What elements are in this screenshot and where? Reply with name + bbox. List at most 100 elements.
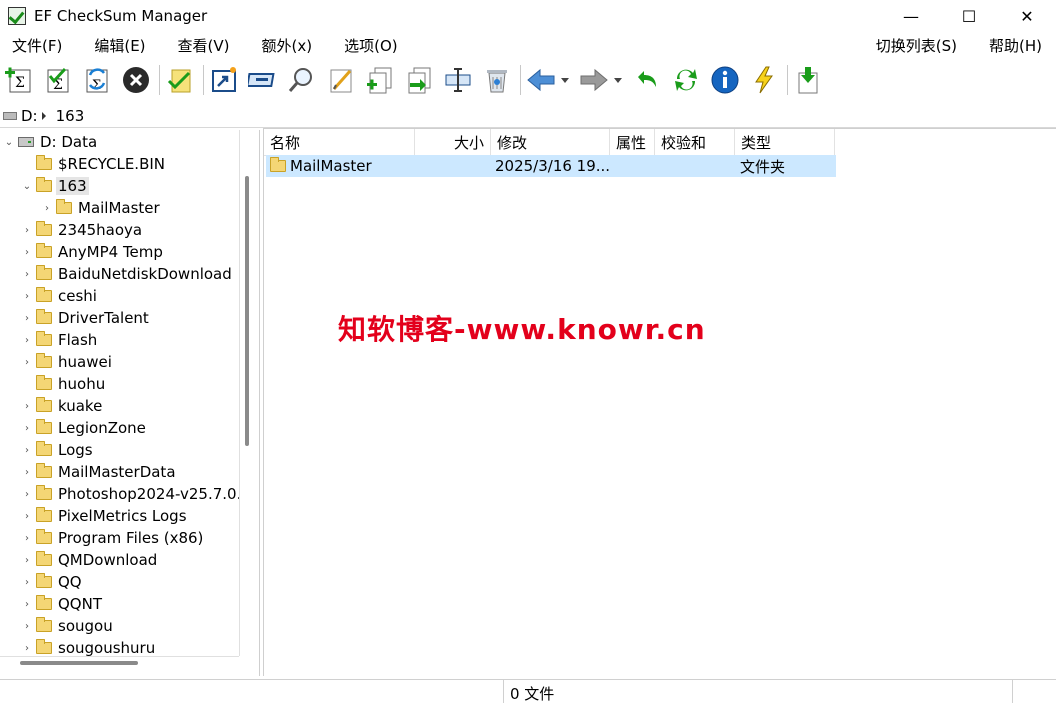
tree-item[interactable]: › DriverTalent	[22, 307, 151, 329]
find-icon[interactable]	[285, 63, 319, 97]
tree-item[interactable]: › ceshi	[22, 285, 99, 307]
chevron-right-icon[interactable]: ›	[22, 423, 32, 434]
chevron-right-icon[interactable]: ›	[22, 577, 32, 588]
table-row[interactable]: MailMaster 2025/3/16 19... 文件夹	[266, 155, 836, 177]
tree-item[interactable]: › BaiduNetdiskDownload	[22, 263, 234, 285]
refresh-icon[interactable]	[669, 63, 703, 97]
chevron-down-icon[interactable]: ⌄	[22, 181, 32, 192]
tree-item[interactable]: › Logs	[22, 439, 95, 461]
chevron-right-icon[interactable]: ›	[22, 467, 32, 478]
chevron-right-icon[interactable]: ›	[22, 643, 32, 654]
address-segment-folder[interactable]: 163	[56, 107, 85, 125]
download-icon[interactable]	[791, 63, 825, 97]
move-icon[interactable]	[402, 63, 436, 97]
column-type[interactable]: 类型	[735, 129, 835, 156]
menu-file[interactable]: 文件(F)	[6, 35, 68, 56]
chevron-right-icon[interactable]: ›	[22, 511, 32, 522]
chevron-right-icon[interactable]: ›	[22, 225, 32, 236]
tree-item[interactable]: › Photoshop2024-v25.7.0.	[22, 483, 243, 505]
tree-horizontal-scrollbar[interactable]	[20, 661, 138, 665]
tree-item[interactable]: › PixelMetrics Logs	[22, 505, 189, 527]
tree-item[interactable]: › QQ	[22, 571, 84, 593]
menu-extra[interactable]: 额外(x)	[256, 35, 319, 56]
tree-item[interactable]: › AnyMP4 Temp	[22, 241, 165, 263]
menu-toggle-list[interactable]: 切换列表(S)	[870, 35, 963, 56]
tree-item-label: D: Data	[40, 133, 98, 151]
chevron-right-icon[interactable]: ›	[22, 621, 32, 632]
forward-icon[interactable]	[577, 63, 611, 97]
stop-icon[interactable]	[119, 63, 153, 97]
chevron-right-icon[interactable]: ›	[22, 401, 32, 412]
tree-item[interactable]: › sougou	[22, 615, 115, 637]
chevron-right-icon[interactable]: ›	[22, 599, 32, 610]
menu-options[interactable]: 选项(O)	[338, 35, 404, 56]
open-shortcut-icon[interactable]	[207, 63, 241, 97]
chevron-right-icon[interactable]: ›	[22, 269, 32, 280]
chevron-right-icon[interactable]: ›	[22, 335, 32, 346]
chevron-right-icon[interactable]: ›	[22, 313, 32, 324]
folder-icon	[36, 243, 52, 258]
info-icon[interactable]	[708, 63, 742, 97]
tree-vertical-scrollbar[interactable]	[245, 176, 249, 446]
window-title: EF CheckSum Manager	[34, 7, 208, 25]
refresh-checksum-icon[interactable]: Σ	[80, 63, 114, 97]
chevron-right-icon[interactable]: ›	[22, 555, 32, 566]
column-checksum[interactable]: 校验和	[655, 129, 735, 156]
verify-checksum-icon[interactable]: Σ	[41, 63, 75, 97]
delete-icon[interactable]	[480, 63, 514, 97]
menu-help[interactable]: 帮助(H)	[983, 35, 1048, 56]
chevron-right-icon[interactable]: ›	[22, 357, 32, 368]
chevron-right-icon[interactable]	[41, 111, 46, 120]
address-segment-drive[interactable]: D:	[21, 107, 38, 125]
tree-item[interactable]: › kuake	[22, 395, 104, 417]
folder-tree[interactable]: ⌄ D: Data $RECYCLE.BIN ⌄ 163 › MailMaster › 2345…	[0, 130, 260, 676]
edit-icon[interactable]	[324, 63, 358, 97]
tree-item[interactable]: $RECYCLE.BIN	[22, 153, 167, 175]
tree-item[interactable]: huohu	[22, 373, 107, 395]
back-icon[interactable]	[524, 63, 558, 97]
tree-item-label: 163	[56, 177, 89, 195]
file-list[interactable]: 名称 大小 修改 属性 校验和 类型 MailMaster 2025/3/16 …	[263, 128, 1056, 676]
lightning-icon[interactable]	[747, 63, 781, 97]
minimize-button[interactable]: —	[882, 0, 940, 32]
column-attributes[interactable]: 属性	[610, 129, 655, 156]
undo-icon[interactable]	[630, 63, 664, 97]
forward-dropdown-icon[interactable]	[614, 77, 622, 83]
tree-item[interactable]: › MailMasterData	[22, 461, 178, 483]
tree-item[interactable]: › Flash	[22, 329, 99, 351]
tree-item-label: Photoshop2024-v25.7.0.	[58, 485, 242, 503]
tree-item[interactable]: › Program Files (x86)	[22, 527, 205, 549]
copy-add-icon[interactable]	[363, 63, 397, 97]
tree-item[interactable]: › QQNT	[22, 593, 104, 615]
chevron-right-icon[interactable]: ›	[22, 247, 32, 258]
tree-item[interactable]: › MailMaster	[42, 197, 162, 219]
tree-item-root[interactable]: ⌄ D: Data	[4, 131, 99, 153]
chevron-right-icon[interactable]: ›	[22, 445, 32, 456]
tree-item[interactable]: ⌄ 163	[22, 175, 89, 197]
tree-item[interactable]: › 2345haoya	[22, 219, 144, 241]
back-dropdown-icon[interactable]	[561, 77, 569, 83]
properties-icon[interactable]	[441, 63, 475, 97]
chevron-down-icon[interactable]: ⌄	[4, 137, 14, 148]
menu-edit[interactable]: 编辑(E)	[88, 35, 151, 56]
chevron-right-icon[interactable]: ›	[22, 291, 32, 302]
chevron-right-icon[interactable]: ›	[22, 533, 32, 544]
menu-view[interactable]: 查看(V)	[172, 35, 236, 56]
folder-icon	[36, 485, 52, 500]
chevron-right-icon[interactable]: ›	[22, 489, 32, 500]
tree-item[interactable]: › QMDownload	[22, 549, 159, 571]
new-checksum-icon[interactable]: Σ	[2, 63, 36, 97]
tree-item-label: LegionZone	[58, 419, 146, 437]
tree-item[interactable]: › huawei	[22, 351, 114, 373]
column-size[interactable]: 大小	[415, 129, 491, 156]
chevron-right-icon[interactable]: ›	[42, 203, 52, 214]
drive-icon[interactable]	[246, 63, 280, 97]
close-button[interactable]: ✕	[998, 0, 1056, 32]
folder-icon	[36, 309, 52, 324]
column-name[interactable]: 名称	[264, 129, 415, 156]
check-folder-icon[interactable]	[163, 63, 197, 97]
column-modified[interactable]: 修改	[491, 129, 610, 156]
tree-item[interactable]: › LegionZone	[22, 417, 148, 439]
maximize-button[interactable]: ☐	[940, 0, 998, 32]
address-bar[interactable]: D: 163	[0, 104, 1056, 128]
